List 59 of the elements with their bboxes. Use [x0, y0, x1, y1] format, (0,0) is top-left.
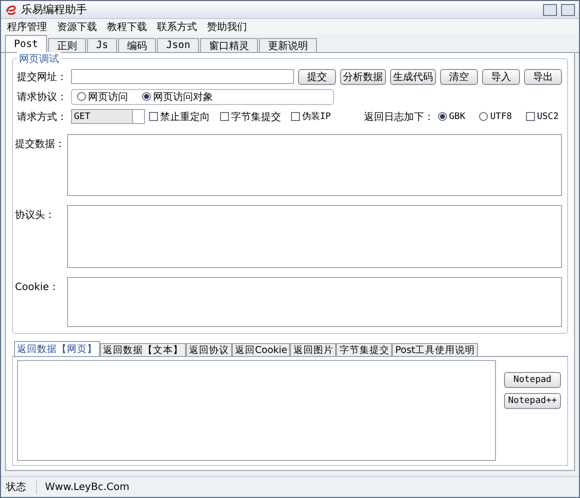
tab[interactable]: 返回数据【文本】	[100, 343, 186, 356]
tab[interactable]: 窗口精灵	[200, 38, 258, 52]
field-label: 协议头：	[15, 208, 56, 223]
tab[interactable]: Json	[157, 38, 200, 52]
menu-item[interactable]: 程序管理	[7, 20, 47, 34]
url-field[interactable]	[71, 69, 294, 84]
action-button[interactable]: 分析数据	[340, 68, 386, 84]
checkbox[interactable]	[526, 112, 535, 121]
editor-button[interactable]: Notepad++	[504, 393, 561, 409]
menu-item[interactable]: 联系方式	[157, 20, 197, 34]
option-label: GBK	[449, 112, 466, 122]
method-dropdown[interactable]: GET	[71, 109, 145, 124]
tab[interactable]: 返回Cookie	[232, 343, 290, 356]
checkbox[interactable]	[149, 112, 158, 121]
tab[interactable]: 返回协议	[186, 343, 232, 356]
tab[interactable]: Post工具使用说明	[392, 343, 478, 356]
radio-button[interactable]	[77, 92, 86, 101]
menu-item[interactable]: 资源下载	[57, 20, 97, 34]
field-label: 提交数据：	[15, 138, 63, 152]
tab[interactable]: 更新说明	[259, 38, 318, 52]
radio-label: 网页访问对象	[153, 90, 213, 104]
action-button[interactable]: 提交	[298, 68, 336, 84]
tab[interactable]: 字节集提交	[336, 343, 392, 356]
radio-label: 网页访问	[88, 90, 128, 104]
field-label: 请求协议：	[16, 90, 67, 104]
checkbox[interactable]	[291, 112, 300, 121]
menu-item[interactable]: 赞助我们	[207, 20, 247, 34]
editor-button[interactable]: Notepad	[504, 372, 561, 388]
window-title: 乐易编程助手	[21, 2, 88, 17]
action-button[interactable]: 清空	[440, 68, 478, 84]
option-label: UTF8	[490, 112, 512, 122]
action-button[interactable]: 导入	[482, 68, 520, 84]
close-button[interactable]	[561, 4, 575, 16]
status-label: 状态	[1, 480, 37, 494]
group-title: 网页调试	[17, 52, 61, 66]
tab[interactable]: 编码	[118, 38, 156, 52]
radio-button[interactable]	[479, 112, 488, 121]
checkbox[interactable]	[220, 112, 229, 121]
action-button[interactable]: 导出	[524, 68, 562, 84]
field-label: 提交网址：	[16, 70, 67, 84]
tab[interactable]: 正则	[48, 38, 86, 52]
minimize-button[interactable]	[543, 4, 557, 16]
tab[interactable]: 返回图片	[290, 343, 336, 356]
checkbox-label: 禁止重定向	[160, 110, 210, 124]
tab[interactable]: Js	[87, 38, 118, 52]
field-label: 请求方式：	[16, 110, 67, 124]
action-button[interactable]: 生成代码	[390, 68, 436, 84]
menu-item[interactable]: 教程下载	[107, 20, 147, 34]
field-label: Cookie：	[15, 281, 60, 295]
tab[interactable]: 返回数据【网页】	[14, 341, 100, 356]
radio-button[interactable]	[142, 92, 151, 101]
radio-button[interactable]	[438, 112, 447, 121]
app-logo-icon	[5, 4, 17, 16]
option-label: USC2	[536, 112, 559, 122]
encoding-label: 返回日志加下：	[364, 110, 434, 124]
tab[interactable]: Post	[5, 35, 48, 52]
checkbox-label: 字节集提交	[231, 110, 281, 124]
checkbox-label: 伪装IP	[302, 110, 331, 123]
status-text: Www.LeyBc.Com	[44, 482, 130, 492]
